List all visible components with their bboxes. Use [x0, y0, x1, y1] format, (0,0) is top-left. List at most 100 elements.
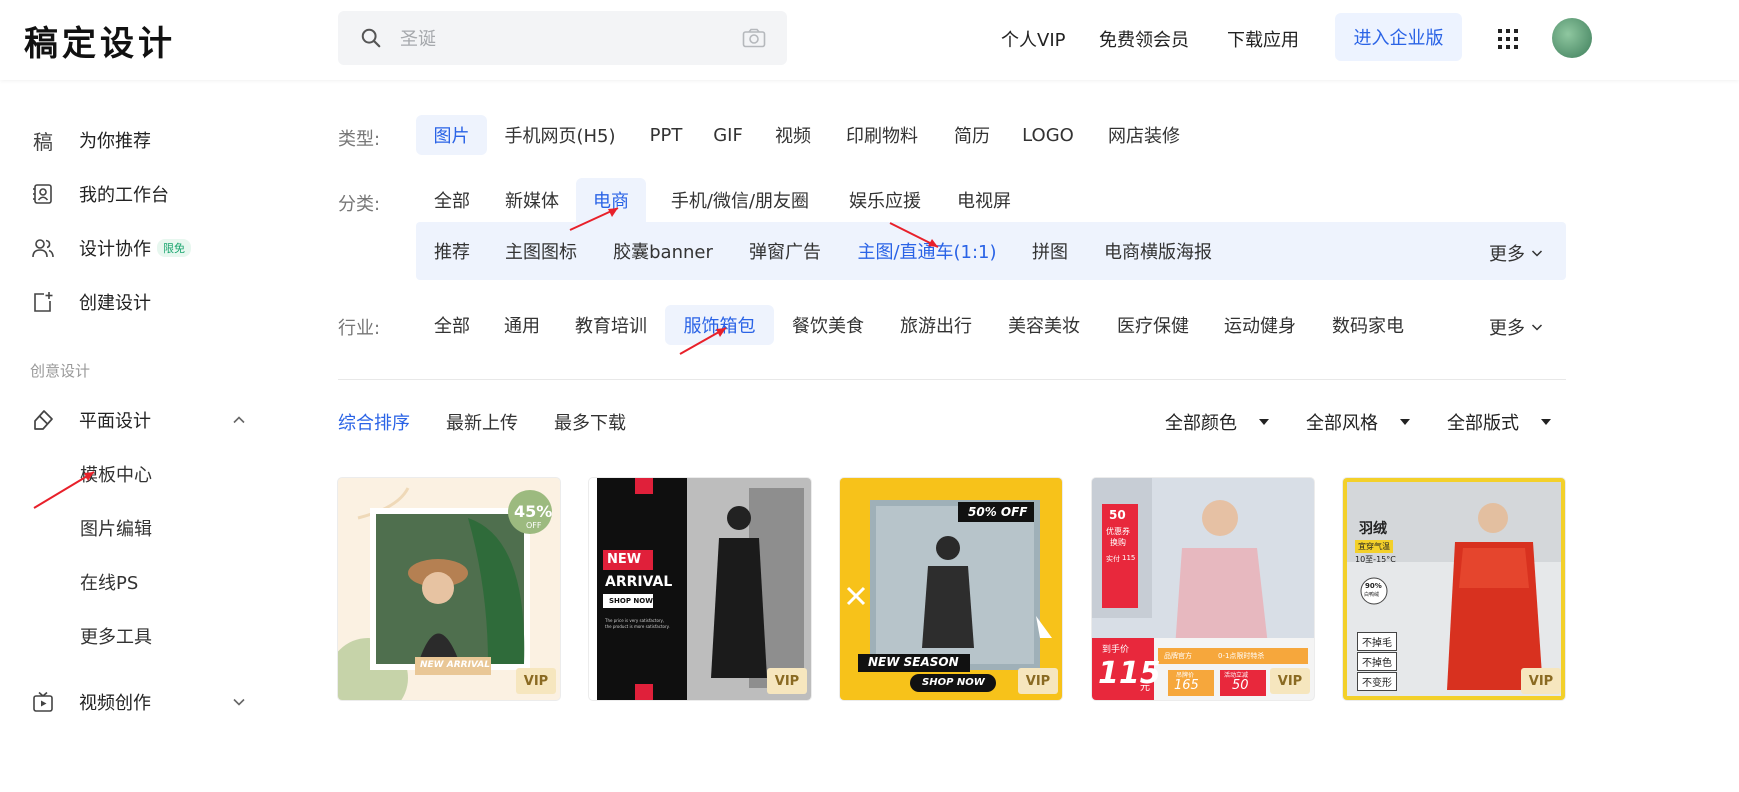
create-design-icon — [30, 289, 56, 315]
category-chip-mobile-wechat[interactable]: 手机/微信/朋友圈 — [656, 180, 824, 220]
type-chip-shop-decoration[interactable]: 网店装修 — [1098, 115, 1190, 155]
flash-sale-label: 0-1点限时特杀 — [1218, 652, 1265, 660]
industry-chip-travel[interactable]: 旅游出行 — [892, 305, 980, 345]
shop-now-label: SHOP NOW — [922, 677, 985, 688]
sidebar-subitem-online-ps[interactable]: 在线PS — [80, 569, 138, 595]
color-dropdown[interactable]: 全部颜色 — [1165, 409, 1269, 435]
free-membership-link[interactable]: 免费领会员 — [1099, 26, 1189, 52]
subcategory-chip-banner-poster[interactable]: 电商横版海报 — [1094, 231, 1222, 271]
industry-chip-sports[interactable]: 运动健身 — [1216, 305, 1304, 345]
subcategory-chip-collage[interactable]: 拼图 — [1022, 231, 1078, 271]
sidebar-subitem-more-tools[interactable]: 更多工具 — [80, 623, 152, 649]
subcategory-chip-capsule-banner[interactable]: 胶囊banner — [602, 231, 724, 271]
sidebar-item-workspace[interactable]: 我的工作台 — [30, 179, 169, 209]
industry-chip-education[interactable]: 教育培训 — [566, 305, 656, 345]
feature-tag: 不掉毛 — [1357, 632, 1397, 651]
chevron-up-icon[interactable] — [232, 413, 246, 427]
type-chip-h5[interactable]: 手机网页(H5) — [496, 115, 624, 155]
chevron-down-icon — [1531, 324, 1543, 331]
type-chip-ppt[interactable]: PPT — [640, 115, 692, 155]
category-chip-tv-screen[interactable]: 电视屏 — [946, 180, 1022, 220]
search-input[interactable] — [398, 23, 722, 55]
discount-label: 45% — [514, 502, 553, 521]
app-grid-icon[interactable] — [1497, 28, 1519, 50]
type-chip-resume[interactable]: 简历 — [944, 115, 1000, 155]
vip-badge: VIP — [767, 668, 807, 694]
category-chip-ecommerce[interactable]: 电商 — [576, 178, 646, 222]
sidebar-item-recommend[interactable]: 稿 为你推荐 — [30, 125, 151, 155]
industry-chip-digital[interactable]: 数码家电 — [1324, 305, 1412, 345]
collaboration-icon — [30, 235, 56, 261]
industry-more-button[interactable]: 更多 — [1489, 314, 1543, 340]
search-bar[interactable] — [338, 11, 787, 65]
category-chip-all[interactable]: 全部 — [424, 180, 480, 220]
industry-chip-medical[interactable]: 医疗保健 — [1108, 305, 1198, 345]
sidebar-item-collaboration[interactable]: 设计协作 限免 — [30, 233, 191, 263]
sidebar-subitem-image-edit[interactable]: 图片编辑 — [80, 515, 152, 541]
caret-down-icon — [1259, 419, 1269, 425]
discount-value: 50 — [1232, 678, 1249, 693]
top-header: 稿定设计 个人VIP 免费领会员 下载应用 进入企业版 — [0, 0, 1739, 80]
brand-label: 品牌官方 — [1164, 652, 1192, 660]
style-dropdown[interactable]: 全部风格 — [1306, 409, 1410, 435]
gaoding-logo-icon: 稿 — [33, 129, 53, 154]
template-card[interactable]: 50% OFF NEW SEASON SHOP NOW VIP — [840, 478, 1062, 700]
subcategory-chip-popup-ad[interactable]: 弹窗广告 — [740, 231, 830, 271]
industry-chip-apparel-bags[interactable]: 服饰箱包 — [665, 305, 774, 345]
sort-newest[interactable]: 最新上传 — [446, 409, 518, 435]
camera-icon[interactable] — [742, 28, 766, 48]
sidebar-item-label: 为你推荐 — [79, 131, 151, 152]
feature-tag: 不变形 — [1357, 672, 1397, 691]
download-app-link[interactable]: 下载应用 — [1227, 26, 1299, 52]
style-dropdown-label: 全部风格 — [1306, 413, 1378, 434]
type-chip-video[interactable]: 视频 — [766, 115, 820, 155]
category-chip-new-media[interactable]: 新媒体 — [496, 180, 568, 220]
personal-vip-link[interactable]: 个人VIP — [1001, 26, 1065, 52]
user-avatar[interactable] — [1552, 18, 1592, 58]
type-filter-label: 类型: — [338, 129, 381, 150]
industry-chip-beauty[interactable]: 美容美妆 — [1000, 305, 1088, 345]
final-price-value: 115 — [1098, 656, 1161, 691]
search-icon[interactable] — [360, 27, 382, 49]
subcategory-chip-main-image-1-1[interactable]: 主图/直通车(1:1) — [850, 231, 1004, 271]
workspace-icon — [30, 181, 56, 207]
chevron-down-icon[interactable] — [232, 695, 246, 709]
video-icon — [30, 689, 56, 715]
type-chip-logo[interactable]: LOGO — [1014, 115, 1082, 155]
tagline-line-1: The price is very satisfactory, — [605, 618, 665, 623]
sidebar-item-create-design[interactable]: 创建设计 — [30, 287, 151, 317]
type-chip-print[interactable]: 印刷物料 — [836, 115, 928, 155]
template-card[interactable]: 羽绒 宜穿气温 10至-15°C 90% 白鸭绒 不掉毛 不掉色 不变形 VIP — [1343, 478, 1565, 700]
template-card[interactable]: NEW ARRIVAL SHOP NOW The price is very s… — [589, 478, 811, 700]
template-card[interactable]: 45% OFF NEW ARRIVAL VIP — [338, 478, 560, 700]
subcategory-more-button[interactable]: 更多 — [1489, 240, 1543, 266]
layout-dropdown[interactable]: 全部版式 — [1447, 409, 1551, 435]
sort-most-downloads[interactable]: 最多下载 — [554, 409, 626, 435]
subcategory-chip-main-icon[interactable]: 主图图标 — [496, 231, 586, 271]
pen-icon — [30, 407, 56, 433]
category-chip-entertainment[interactable]: 娱乐应援 — [840, 180, 930, 220]
sidebar-item-video[interactable]: 视频创作 — [30, 687, 151, 717]
industry-filter-label: 行业: — [338, 318, 381, 339]
sort-comprehensive[interactable]: 综合排序 — [338, 409, 410, 435]
chevron-down-icon — [1531, 250, 1543, 257]
down-type: 白鸭绒 — [1364, 592, 1380, 598]
type-chip-gif[interactable]: GIF — [706, 115, 750, 155]
industry-chip-food[interactable]: 餐饮美食 — [784, 305, 872, 345]
tagline-line-2: the product is more satisfactory. — [605, 624, 670, 629]
industry-chip-all[interactable]: 全部 — [424, 305, 480, 345]
caret-down-icon — [1400, 419, 1410, 425]
sidebar-subitem-template-center[interactable]: 模板中心 — [80, 461, 152, 487]
industry-chip-general[interactable]: 通用 — [496, 305, 548, 345]
shop-now-label: SHOP NOW — [609, 597, 653, 605]
gaoding-logo[interactable]: 稿定设计 — [24, 16, 176, 65]
temperature-label: 宜穿气温 — [1355, 540, 1393, 553]
subcategory-chip-recommend[interactable]: 推荐 — [424, 231, 480, 271]
enterprise-button[interactable]: 进入企业版 — [1335, 13, 1462, 61]
type-chip-image[interactable]: 图片 — [416, 115, 487, 155]
sidebar-item-graphic-design[interactable]: 平面设计 — [30, 405, 151, 435]
template-card[interactable]: 50 优惠券 换购 实付 115 到手价 115 元 品牌官方 0-1点限时特杀… — [1092, 478, 1314, 700]
caret-down-icon — [1541, 419, 1551, 425]
paid-value: 115 — [1122, 554, 1136, 562]
free-badge: 限免 — [157, 239, 191, 257]
